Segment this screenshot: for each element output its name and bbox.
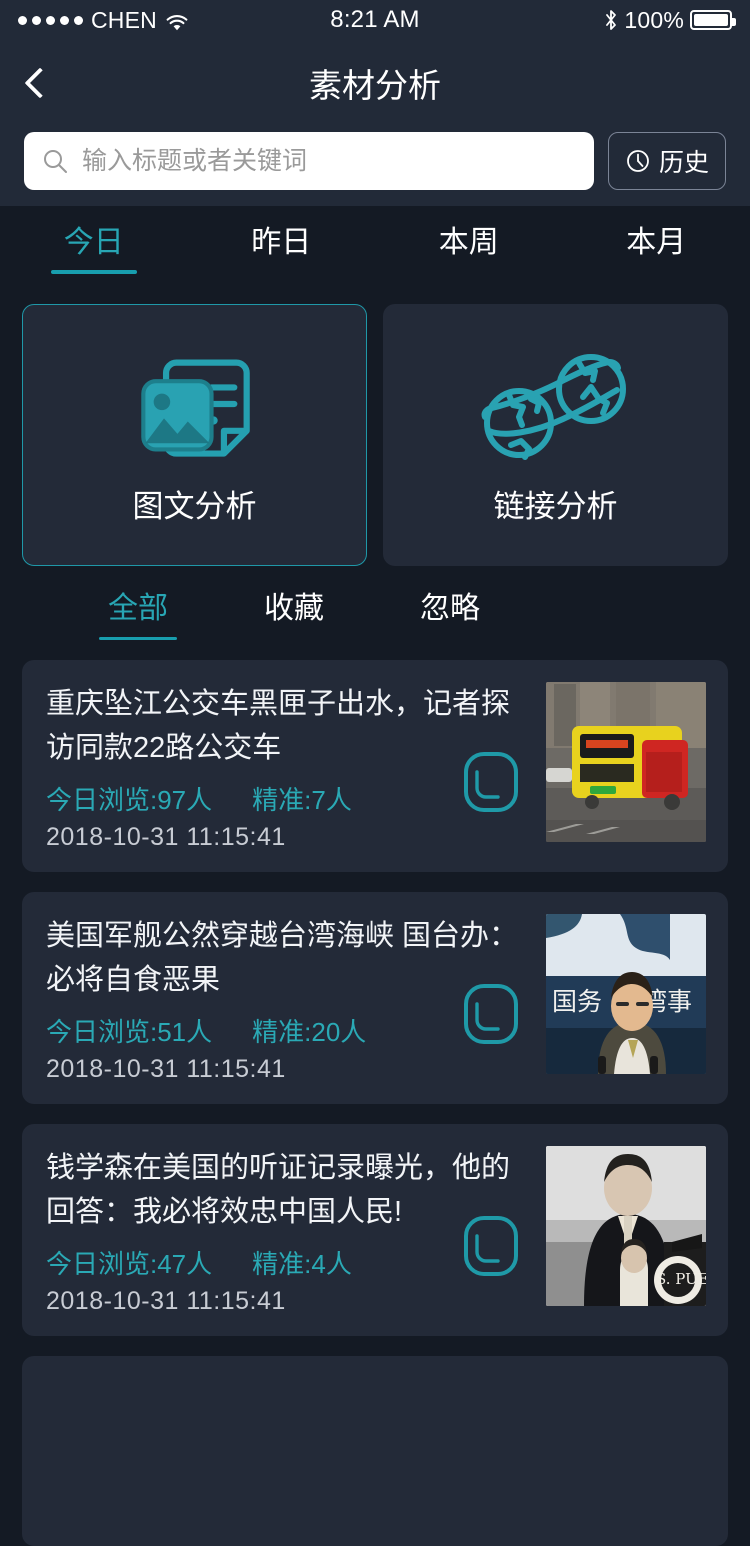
- views-stat: 今日浏览:97人: [46, 780, 212, 817]
- table-row[interactable]: [22, 1356, 728, 1546]
- article-stats: 今日浏览:47人 精准:4人: [46, 1244, 530, 1281]
- article-stats: 今日浏览:51人 精准:20人: [46, 1012, 530, 1049]
- period-tabs: 今日 昨日 本周 本月: [0, 206, 750, 298]
- tab-today[interactable]: 今日: [0, 220, 188, 266]
- article-list: 重庆坠江公交车黑匣子出水，记者探访同款22路公交车 今日浏览:97人 精准:7人…: [0, 630, 750, 1546]
- tab-yesterday[interactable]: 昨日: [188, 220, 376, 266]
- article-stats: 今日浏览:97人 精准:7人: [46, 780, 530, 817]
- filter-tab-label: 忽略: [420, 588, 480, 630]
- article-timestamp: 2018-10-31 11:15:41: [46, 1055, 530, 1084]
- category-card-link[interactable]: 链接分析: [383, 304, 728, 566]
- filter-tab-ignored[interactable]: 忽略: [420, 588, 480, 630]
- views-stat: 今日浏览:51人: [46, 1012, 212, 1049]
- article-title: 钱学森在美国的听证记录曝光，他的回答：我必将效忠中国人民!: [46, 1146, 530, 1234]
- page-title: 素材分析: [0, 59, 750, 107]
- precise-stat: 精准:4人: [252, 1244, 352, 1281]
- tab-label: 今日: [64, 220, 124, 266]
- bookmark-outline-icon[interactable]: [462, 1214, 520, 1278]
- search-input[interactable]: [82, 147, 576, 176]
- status-bar: CHEN 8:21 AM 100%: [0, 0, 750, 40]
- bookmark-outline-icon[interactable]: [462, 750, 520, 814]
- globes-link-icon: [471, 345, 641, 465]
- filter-tab-label: 收藏: [264, 588, 324, 630]
- article-info: [46, 1378, 706, 1526]
- battery-full-icon: [690, 10, 732, 30]
- article-info: 钱学森在美国的听证记录曝光，他的回答：我必将效忠中国人民! 今日浏览:47人 精…: [46, 1146, 530, 1316]
- image-document-icon: [133, 345, 257, 465]
- tab-label: 本月: [626, 220, 686, 266]
- article-thumbnail: [546, 682, 706, 842]
- category-label: 图文分析: [133, 481, 257, 526]
- history-button-label: 历史: [659, 143, 709, 179]
- svg-text:S. PUES CLEV: S. PUES CLEV: [656, 1270, 706, 1288]
- category-label: 链接分析: [494, 481, 618, 526]
- back-chevron-icon: [24, 67, 55, 98]
- table-row[interactable]: 钱学森在美国的听证记录曝光，他的回答：我必将效忠中国人民! 今日浏览:47人 精…: [22, 1124, 728, 1336]
- bookmark-outline-icon[interactable]: [462, 982, 520, 1046]
- category-card-image-text[interactable]: 图文分析: [22, 304, 367, 566]
- tab-this-week[interactable]: 本周: [375, 220, 563, 266]
- tab-this-month[interactable]: 本月: [563, 220, 750, 266]
- precise-stat: 精准:7人: [252, 780, 352, 817]
- filter-tab-label: 全部: [108, 588, 168, 630]
- category-cards: 图文分析 链接分析: [0, 298, 750, 566]
- table-row[interactable]: 重庆坠江公交车黑匣子出水，记者探访同款22路公交车 今日浏览:97人 精准:7人…: [22, 660, 728, 872]
- svg-text:国务: 国务: [552, 987, 602, 1016]
- search-box[interactable]: [24, 132, 594, 190]
- history-button[interactable]: 历史: [608, 132, 726, 190]
- clock-icon: [625, 148, 651, 174]
- table-row[interactable]: 美国军舰公然穿越台湾海峡 国台办：必将自食恶果 今日浏览:51人 精准:20人 …: [22, 892, 728, 1104]
- header: 素材分析 历史: [0, 40, 750, 206]
- search-icon: [42, 148, 68, 174]
- tab-label: 本周: [439, 220, 499, 266]
- filter-tab-all[interactable]: 全部: [108, 588, 168, 630]
- back-button[interactable]: [0, 40, 80, 126]
- article-timestamp: 2018-10-31 11:15:41: [46, 823, 530, 852]
- tab-label: 昨日: [251, 220, 311, 266]
- navigation-bar: 素材分析: [0, 40, 750, 126]
- article-timestamp: 2018-10-31 11:15:41: [46, 1287, 530, 1316]
- status-bar-clock: 8:21 AM: [0, 6, 750, 34]
- precise-stat: 精准:20人: [252, 1012, 366, 1049]
- article-info: 重庆坠江公交车黑匣子出水，记者探访同款22路公交车 今日浏览:97人 精准:7人…: [46, 682, 530, 852]
- filter-tab-favorites[interactable]: 收藏: [264, 588, 324, 630]
- filter-tabs: 全部 收藏 忽略: [0, 566, 750, 630]
- article-thumbnail: S. PUES CLEV: [546, 1146, 706, 1306]
- search-row: 历史: [0, 126, 750, 196]
- article-thumbnail: 国务 湾事: [546, 914, 706, 1074]
- article-title: 美国军舰公然穿越台湾海峡 国台办：必将自食恶果: [46, 914, 530, 1002]
- article-title: 重庆坠江公交车黑匣子出水，记者探访同款22路公交车: [46, 682, 530, 770]
- views-stat: 今日浏览:47人: [46, 1244, 212, 1281]
- article-info: 美国军舰公然穿越台湾海峡 国台办：必将自食恶果 今日浏览:51人 精准:20人 …: [46, 914, 530, 1084]
